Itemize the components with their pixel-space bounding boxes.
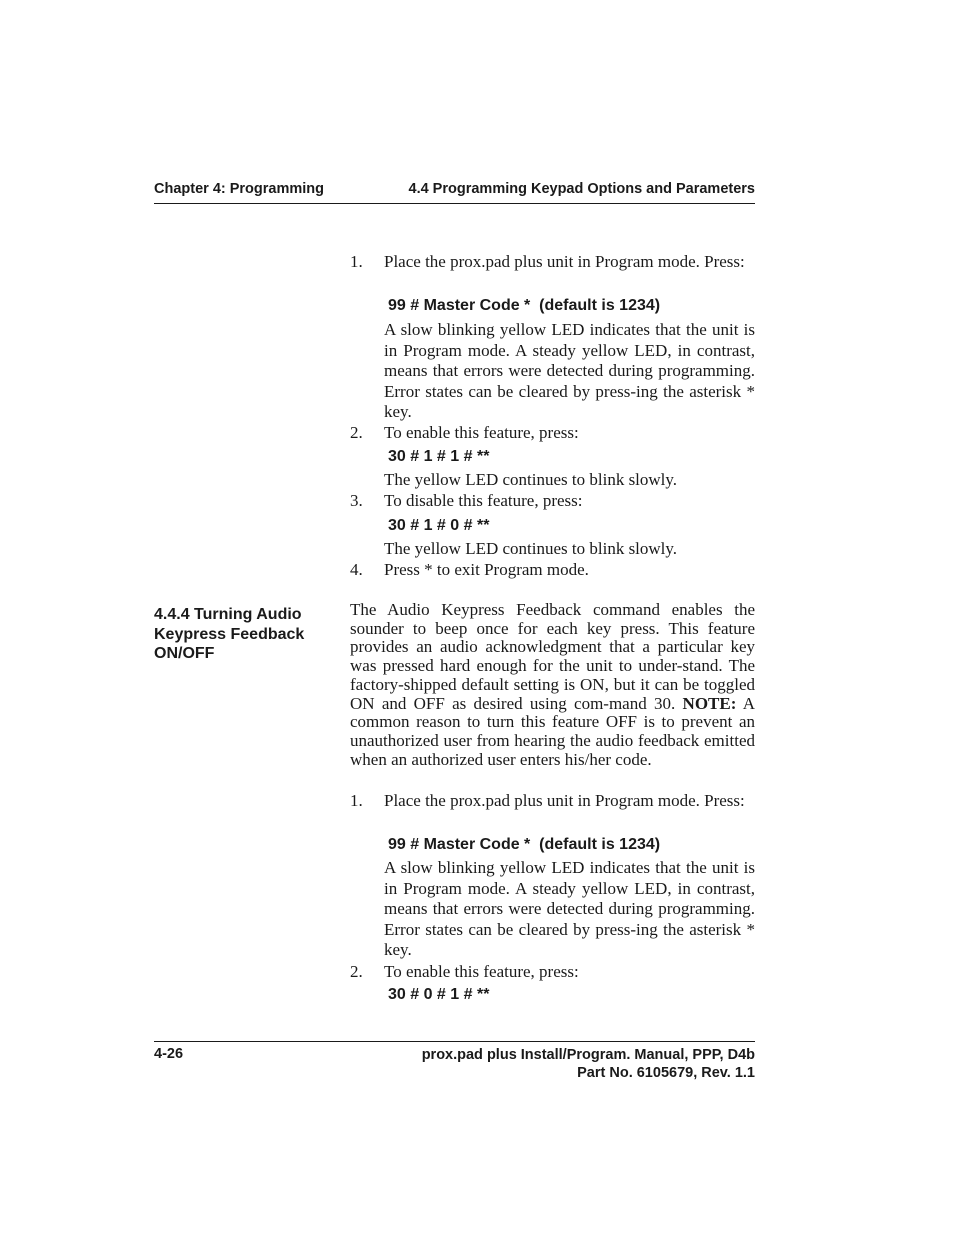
step-note: A slow blinking yellow LED indicates tha… [384,858,755,959]
step-text: To enable this feature, press: [384,962,579,981]
step-number: 4. [350,560,363,579]
step-text: To enable this feature, press: [384,423,579,442]
step-4a: 4. Press * to exit Program mode. [350,560,755,581]
command-code: 99 # Master Code * (default is 1234) [388,836,661,853]
footer-info: prox.pad plus Install/Program. Manual, P… [422,1046,755,1082]
step-note: The yellow LED continues to blink slowly… [384,539,678,558]
section-intro: The Audio Keypress Feedback command enab… [350,600,755,769]
step-number: 1. [350,252,363,271]
manual-title: prox.pad plus Install/Program. Manual, P… [421,1047,755,1063]
step-number: 3. [350,491,363,510]
command-code: 30 # 0 # 1 # ** [388,986,490,1003]
step-2a: 2. To enable this feature, press: [350,423,755,444]
step-2b: 2. To enable this feature, press: [350,962,755,983]
section-heading: 4.4.4 Turning Audio Keypress Feedback ON… [154,606,305,662]
note-label: NOTE: [682,693,737,713]
section-title: 4.4 Programming Keypad Options and Param… [408,181,756,197]
step-1a: 1. Place the prox.pad plus unit in Progr… [350,252,755,273]
step-1b: 1. Place the prox.pad plus unit in Progr… [350,791,755,812]
step-text: Place the prox.pad plus unit in Program … [384,791,745,810]
command-code: 99 # Master Code * (default is 1234) [388,297,661,314]
step-text: Place the prox.pad plus unit in Program … [384,252,745,271]
chapter-title: Chapter 4: Programming [154,181,324,197]
step-number: 2. [350,962,363,981]
step-3a: 3. To disable this feature, press: [350,491,755,512]
step-text: Press * to exit Program mode. [384,560,589,579]
command-code: 30 # 1 # 0 # ** [388,517,490,534]
step-note: A slow blinking yellow LED indicates tha… [384,320,755,421]
step-number: 1. [350,791,363,810]
command-code: 30 # 1 # 1 # ** [388,448,490,465]
footer-divider [154,1041,755,1042]
part-number: Part No. 6105679, Rev. 1.1 [577,1065,755,1081]
page-number: 4-26 [154,1046,184,1062]
step-note: The yellow LED continues to blink slowly… [384,470,678,489]
running-header: Chapter 4: Programming 4.4 Programming K… [154,181,755,204]
step-number: 2. [350,423,363,442]
step-text: To disable this feature, press: [384,491,583,510]
